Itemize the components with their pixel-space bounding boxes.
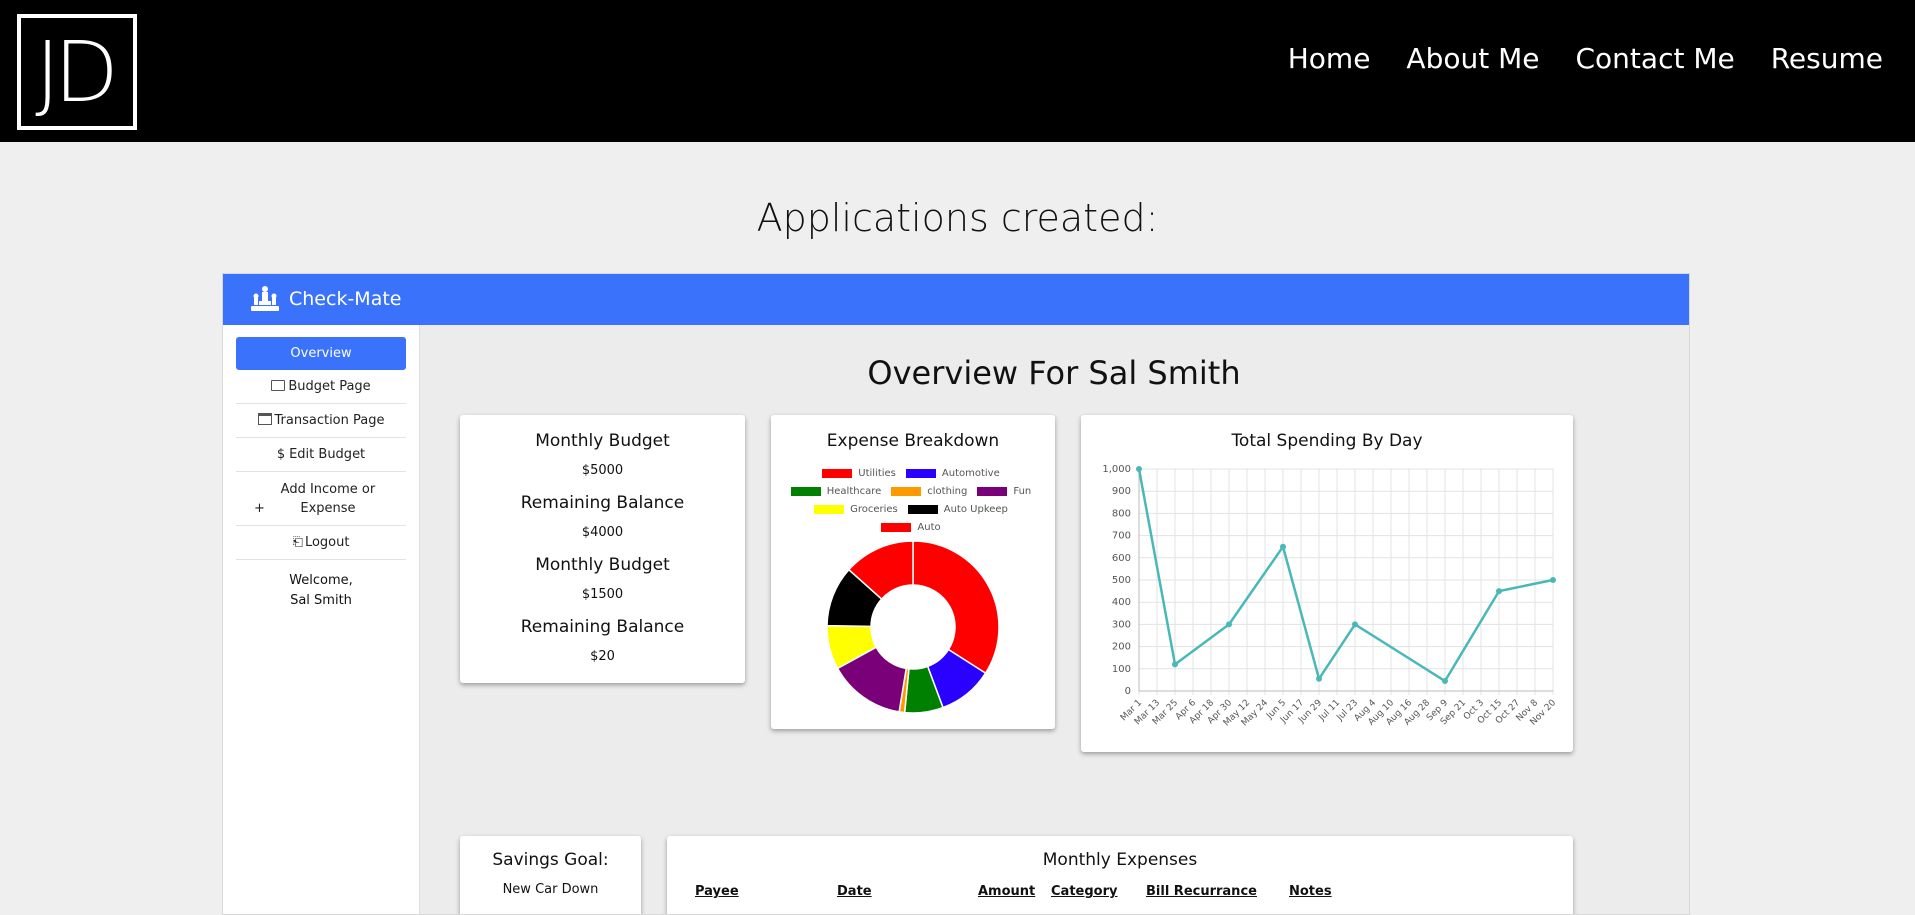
column-header-bill-recurrance[interactable]: Bill Recurrance	[1146, 884, 1257, 899]
column-header-date[interactable]: Date	[837, 884, 872, 899]
y-tick-label: 100	[1112, 664, 1131, 675]
sidebar-item-label: Budget Page	[288, 379, 371, 394]
app-brand-name: Check-Mate	[289, 288, 402, 310]
savings-goal-card: Savings Goal: New Car Down	[460, 836, 641, 914]
data-point[interactable]	[1226, 621, 1232, 628]
data-point[interactable]	[1280, 543, 1286, 550]
welcome-user-name: Sal Smith	[290, 593, 352, 608]
nav-about-link[interactable]: About Me	[1406, 42, 1539, 75]
balance-value: $20	[590, 649, 615, 664]
spending-series-line	[1137, 468, 1554, 683]
app-screenshot: Check-Mate Overview Budget Page Transact…	[222, 273, 1690, 915]
app-sidebar: Overview Budget Page Transaction Page $ E…	[223, 325, 420, 914]
app-brand[interactable]: Check-Mate	[249, 285, 401, 313]
welcome-line: Welcome,	[289, 573, 353, 588]
monthly-expenses-title: Monthly Expenses	[1042, 850, 1198, 870]
data-point[interactable]	[1496, 588, 1502, 595]
y-tick-label: 1,000	[1102, 464, 1131, 475]
sidebar-item-label: Transaction Page	[274, 413, 385, 428]
y-tick-label: 700	[1112, 531, 1131, 542]
budget-label: Monthly Budget	[535, 431, 670, 451]
balance-label: Remaining Balance	[520, 617, 685, 637]
site-nav: Home About Me Contact Me Resume	[1288, 42, 1883, 75]
site-header: JD Home About Me Contact Me Resume	[0, 0, 1915, 142]
y-tick-label: 800	[1112, 508, 1131, 519]
y-tick-label: 600	[1112, 553, 1131, 564]
y-tick-label: 0	[1125, 686, 1131, 697]
monthly-expenses-card: Monthly Expenses Payee Date Amount Categ…	[667, 836, 1573, 914]
nav-contact-link[interactable]: Contact Me	[1576, 42, 1735, 75]
donut-slice-utilities[interactable]	[912, 540, 1000, 675]
folder-icon	[271, 380, 286, 391]
welcome-message: Welcome, Sal Smith	[236, 571, 406, 611]
page-heading: Applications created:	[756, 196, 1159, 240]
budget-value: $1500	[581, 587, 624, 602]
logout-icon: ⎗	[292, 535, 303, 550]
balance-value: $4000	[581, 525, 624, 540]
column-header-amount[interactable]: Amount	[978, 884, 1035, 899]
budget-card: Monthly Budget $5000 Remaining Balance $…	[460, 415, 745, 683]
donut-chart	[826, 540, 1000, 714]
column-header-payee[interactable]: Payee	[695, 884, 739, 899]
line-chart: 01002003004005006007008009001,000Mar 1Ma…	[1102, 464, 1558, 728]
sidebar-item-transaction-page[interactable]: Transaction Page	[236, 405, 406, 438]
y-tick-label: 200	[1112, 642, 1131, 653]
plus-icon: +	[254, 501, 265, 516]
nav-home-link[interactable]: Home	[1288, 42, 1371, 75]
data-point[interactable]	[1172, 661, 1178, 668]
expense-breakdown-card: Expense Breakdown Utilities Automotive Hea…	[771, 415, 1055, 729]
spending-by-day-card: Total Spending By Day 0 100 200 300 400 500 60…	[1081, 415, 1573, 752]
y-tick-label: 500	[1112, 575, 1131, 586]
sidebar-item-add-income-expense[interactable]: + Add Income or Expense	[236, 473, 406, 526]
y-tick-label: 300	[1112, 619, 1131, 630]
logo-text: JD	[35, 23, 119, 121]
card-icon	[257, 413, 272, 425]
y-tick-label: 400	[1112, 597, 1131, 608]
data-point[interactable]	[1352, 621, 1358, 628]
column-header-category[interactable]: Category	[1051, 884, 1117, 899]
sidebar-item-edit-budget[interactable]: $ Edit Budget	[236, 439, 406, 472]
column-header-notes[interactable]: Notes	[1289, 884, 1332, 899]
dollar-icon: $	[276, 447, 286, 462]
sidebar-item-label: Edit Budget	[289, 447, 366, 462]
chess-pieces-icon	[251, 286, 279, 311]
data-point[interactable]	[1316, 675, 1322, 682]
y-tick-label: 900	[1112, 486, 1131, 497]
site-logo[interactable]: JD	[17, 14, 137, 130]
sidebar-item-budget-page[interactable]: Budget Page	[236, 371, 406, 404]
sidebar-item-overview[interactable]: Overview	[236, 337, 406, 370]
sidebar-item-label: Add Income or Expense	[280, 482, 376, 516]
sidebar-item-label: Logout	[304, 535, 350, 550]
sidebar-item-label: Overview	[290, 346, 352, 361]
sidebar-item-logout[interactable]: ⎗ Logout	[236, 527, 406, 560]
data-point[interactable]	[1136, 466, 1142, 472]
balance-label: Remaining Balance	[520, 493, 685, 513]
budget-label: Monthly Budget	[535, 555, 670, 575]
data-point[interactable]	[1550, 577, 1556, 583]
nav-resume-link[interactable]: Resume	[1771, 42, 1883, 75]
savings-goal-title: Savings Goal:	[492, 850, 609, 870]
app-header: Check-Mate	[223, 274, 1689, 325]
data-point[interactable]	[1442, 678, 1448, 685]
overview-title: Overview For Sal Smith	[867, 354, 1241, 392]
budget-value: $5000	[581, 463, 624, 478]
savings-goal-value: New Car Down	[502, 882, 599, 897]
